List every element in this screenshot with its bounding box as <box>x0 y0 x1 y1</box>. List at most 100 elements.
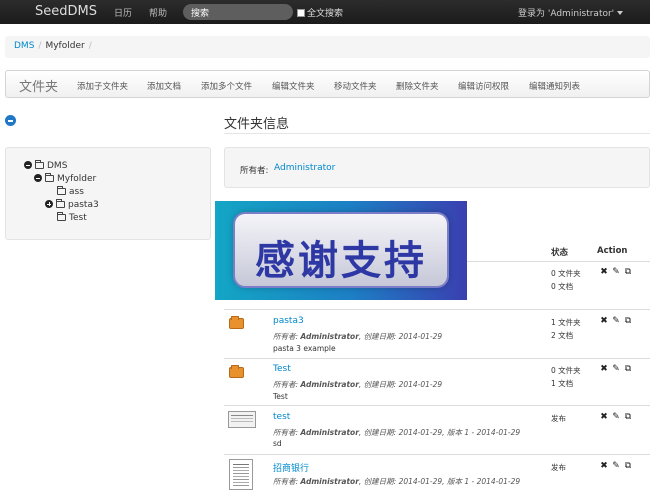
folder-name-link[interactable]: pasta3 <box>273 316 304 326</box>
edit-icon[interactable]: ✎ <box>610 316 622 326</box>
status-line: 0 文件夹 <box>551 269 581 278</box>
column-header-status: 状态 <box>551 248 569 258</box>
breadcrumb: DMS / Myfolder / <box>5 36 650 58</box>
edit-folder-button[interactable]: 编辑文件夹 <box>272 80 315 92</box>
brand-logo[interactable]: SeedDMS <box>35 4 97 19</box>
folder-tree: DMS Myfolder ass pasta3 Test <box>5 147 211 240</box>
row-meta: 所有者: Administrator, 创建日期: 2014-01-29 <box>273 379 442 390</box>
add-subfolder-button[interactable]: 添加子文件夹 <box>77 80 128 92</box>
actionbar-title: 文件夹 <box>19 80 59 95</box>
row-status: 发布 <box>551 461 566 474</box>
divider <box>224 358 650 359</box>
collapse-panel-icon[interactable] <box>5 115 16 126</box>
row-status: 0 文件夹 1 文档 <box>551 364 581 390</box>
fulltext-search-toggle[interactable]: 全文搜索 <box>297 6 343 19</box>
plus-circle-icon[interactable] <box>45 200 53 208</box>
folder-icon <box>229 316 244 329</box>
delete-folder-button[interactable]: 删除文件夹 <box>396 80 439 92</box>
move-folder-button[interactable]: 移动文件夹 <box>334 80 377 92</box>
row-comment: Test <box>273 392 288 401</box>
folder-icon <box>45 173 54 182</box>
tree-node-dms[interactable]: DMS <box>24 160 67 171</box>
edit-access-button[interactable]: 编辑访问权限 <box>458 80 509 92</box>
edit-icon[interactable]: ✎ <box>610 267 622 277</box>
row-meta: 所有者: Administrator, 创建日期: 2014-01-29, 版本… <box>273 476 520 487</box>
status-line: 发布 <box>551 414 566 423</box>
owner-label: 所有者: <box>240 166 269 176</box>
row-meta: 所有者: Administrator, 创建日期: 2014-01-29, 版本… <box>273 427 520 438</box>
document-name-link[interactable]: 招商银行 <box>273 461 309 474</box>
row-comment: pasta 3 example <box>273 344 336 353</box>
breadcrumb-separator: / <box>38 41 42 51</box>
search-input[interactable]: 搜索 <box>183 4 293 20</box>
meta-prefix: 所有者: <box>273 380 301 389</box>
user-menu-label: 登录为 'Administrator' <box>518 9 615 19</box>
document-name-link[interactable]: test <box>273 412 290 422</box>
status-line: 1 文件夹 <box>551 318 581 327</box>
fulltext-checkbox[interactable] <box>297 9 305 17</box>
tree-node-ass[interactable]: ass <box>57 186 84 197</box>
row-meta: 所有者: Administrator, 创建日期: 2014-01-29 <box>273 331 442 342</box>
copy-icon[interactable]: ⧉ <box>622 412 634 422</box>
column-header-action: Action <box>597 246 628 256</box>
status-line: 0 文档 <box>551 282 574 291</box>
fulltext-label: 全文搜索 <box>307 9 344 19</box>
copy-icon[interactable]: ⧉ <box>622 364 634 374</box>
meta-owner: Administrator <box>300 428 359 437</box>
status-line: 发布 <box>551 463 566 472</box>
close-icon[interactable]: ✖ <box>598 412 610 422</box>
divider <box>224 133 650 134</box>
meta-owner: Administrator <box>300 332 359 341</box>
tree-label: ass <box>69 187 84 197</box>
row-actions: ✖ ✎ ⧉ <box>598 412 634 422</box>
status-line: 0 文件夹 <box>551 366 581 375</box>
row-actions: ✖ ✎ ⧉ <box>598 364 634 374</box>
nav-help[interactable]: 帮助 <box>149 6 167 19</box>
close-icon[interactable]: ✖ <box>598 267 610 277</box>
owner-link[interactable]: Administrator <box>274 163 335 173</box>
tree-node-test[interactable]: Test <box>57 212 87 223</box>
close-icon[interactable]: ✖ <box>598 316 610 326</box>
edit-notify-button[interactable]: 编辑通知列表 <box>529 80 580 92</box>
breadcrumb-separator: / <box>88 41 92 51</box>
folder-name-link[interactable]: Test <box>273 364 291 374</box>
close-icon[interactable]: ✖ <box>598 364 610 374</box>
tree-node-myfolder[interactable]: Myfolder <box>34 173 97 184</box>
document-thumbnail-icon <box>229 459 253 490</box>
edit-icon[interactable]: ✎ <box>610 364 622 374</box>
copy-icon[interactable]: ⧉ <box>622 267 634 277</box>
divider <box>224 405 650 406</box>
nav-calendar[interactable]: 日历 <box>114 6 132 19</box>
folder-actionbar: 文件夹 添加子文件夹 添加文档 添加多个文件 编辑文件夹 移动文件夹 删除文件夹… <box>5 70 650 98</box>
row-actions: ✖ ✎ ⧉ <box>598 316 634 326</box>
close-icon[interactable]: ✖ <box>598 461 610 471</box>
divider <box>224 309 650 310</box>
row-status: 发布 <box>551 412 566 425</box>
minus-circle-icon[interactable] <box>34 174 42 182</box>
add-document-button[interactable]: 添加文档 <box>147 80 181 92</box>
status-line: 2 文档 <box>551 331 574 340</box>
edit-icon[interactable]: ✎ <box>610 412 622 422</box>
breadcrumb-myfolder: Myfolder <box>45 41 85 51</box>
edit-icon[interactable]: ✎ <box>610 461 622 471</box>
document-thumbnail-icon <box>228 411 256 428</box>
folder-icon <box>56 199 65 208</box>
meta-prefix: 所有者: <box>273 332 301 341</box>
meta-rest: , 创建日期: 2014-01-29 <box>358 332 443 341</box>
tree-node-pasta3[interactable]: pasta3 <box>45 199 99 210</box>
chevron-down-icon <box>617 11 624 15</box>
folder-icon <box>35 160 44 169</box>
folder-info-title: 文件夹信息 <box>224 117 290 132</box>
minus-circle-icon[interactable] <box>24 161 32 169</box>
owner-panel: 所有者: Administrator <box>224 147 650 188</box>
copy-icon[interactable]: ⧉ <box>622 316 634 326</box>
user-menu[interactable]: 登录为 'Administrator' <box>518 6 624 19</box>
breadcrumb-dms[interactable]: DMS <box>14 41 34 51</box>
meta-rest: , 创建日期: 2014-01-29 <box>358 380 443 389</box>
folder-icon <box>57 186 66 195</box>
add-multiple-files-button[interactable]: 添加多个文件 <box>201 80 252 92</box>
copy-icon[interactable]: ⧉ <box>622 461 634 471</box>
tree-label: Myfolder <box>57 174 97 184</box>
divider <box>224 454 650 455</box>
meta-prefix: 所有者: <box>273 428 301 437</box>
